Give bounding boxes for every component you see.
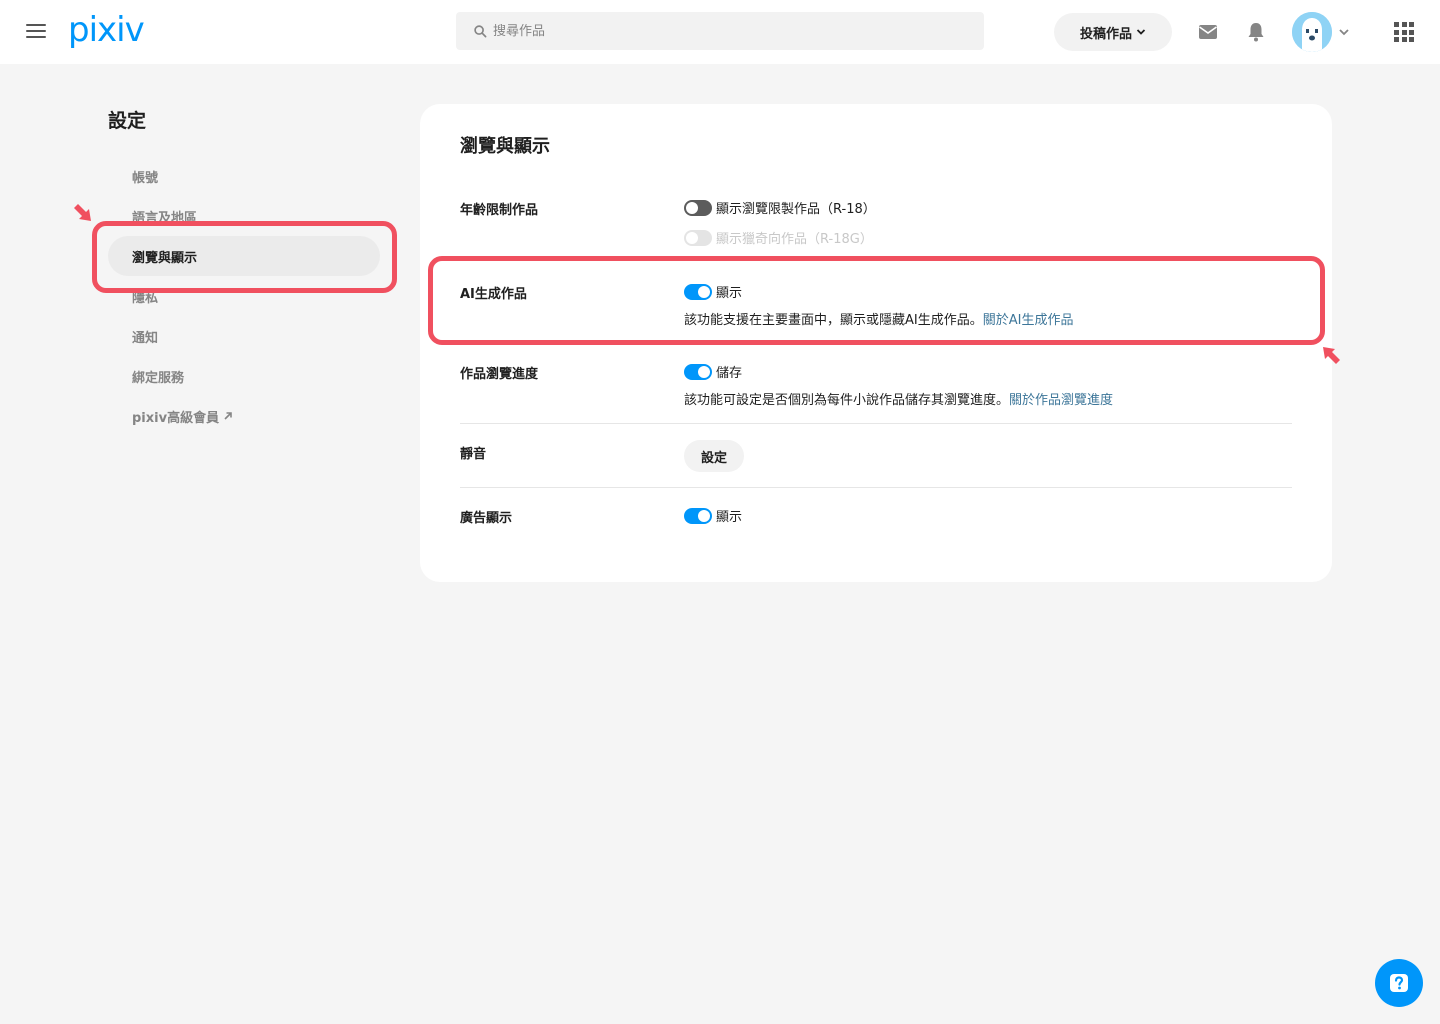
arrow-down-right-icon xyxy=(74,204,91,221)
r18g-toggle-label: 顯示獵奇向作品（R-18G） xyxy=(716,232,873,247)
chevron-down-icon xyxy=(1136,29,1146,35)
search-icon xyxy=(474,24,487,37)
progress-info-link[interactable]: 關於作品瀏覽進度 xyxy=(1009,393,1113,408)
avatar[interactable] xyxy=(1292,12,1332,52)
sidebar-item-label: 綁定服務 xyxy=(132,370,185,386)
ads-option: 顯示 xyxy=(684,506,742,525)
mail-icon[interactable] xyxy=(1196,20,1220,44)
ai-description-text: 該功能支援在主要畫面中，顯示或隱藏AI生成作品。 xyxy=(684,313,983,328)
divider xyxy=(460,487,1292,488)
question-icon xyxy=(1390,974,1408,992)
ads-toggle-label: 顯示 xyxy=(716,510,743,525)
sidebar-item-account[interactable]: 帳號 xyxy=(108,156,380,196)
mute-label: 靜音 xyxy=(460,447,487,462)
ai-description: 該功能支援在主要畫面中，顯示或隱藏AI生成作品。關於AI生成作品 xyxy=(684,309,1073,328)
menu-icon[interactable] xyxy=(26,24,46,40)
sidebar-item-label: 通知 xyxy=(132,330,159,346)
bell-icon[interactable] xyxy=(1244,20,1268,44)
r18g-toggle xyxy=(684,229,712,246)
r18g-option: 顯示獵奇向作品（R-18G） xyxy=(684,228,873,247)
sidebar-item-language[interactable]: 語言及地區 xyxy=(108,196,380,236)
age-restricted-label: 年齡限制作品 xyxy=(460,203,539,218)
ai-option: 顯示 xyxy=(684,282,742,301)
mute-settings-button[interactable]: 設定 xyxy=(684,440,744,472)
sidebar-item-premium[interactable]: pixiv高級會員 xyxy=(108,396,380,436)
post-work-label: 投稿作品 xyxy=(1079,26,1132,42)
ai-toggle[interactable] xyxy=(684,283,712,300)
r18-toggle-label: 顯示瀏覽限製作品（R-18） xyxy=(716,202,876,217)
r18-toggle[interactable] xyxy=(684,199,712,216)
progress-toggle[interactable] xyxy=(684,363,712,380)
help-button[interactable] xyxy=(1375,959,1423,1007)
sidebar-item-label: 語言及地區 xyxy=(132,210,198,226)
sidebar-title: 設定 xyxy=(108,110,147,132)
apps-grid-icon[interactable] xyxy=(1394,22,1414,42)
progress-description: 該功能可設定是否個別為每件小說作品儲存其瀏覽進度。關於作品瀏覽進度 xyxy=(684,389,1113,408)
sidebar-item-label: 隱私 xyxy=(132,290,159,306)
ai-toggle-label: 顯示 xyxy=(716,286,743,301)
ads-toggle[interactable] xyxy=(684,507,712,524)
ai-works-label: AI生成作品 xyxy=(460,287,527,302)
progress-description-text: 該功能可設定是否個別為每件小說作品儲存其瀏覽進度。 xyxy=(684,393,1010,408)
top-header: pixiv 投稿作品 xyxy=(0,0,1440,64)
reading-progress-label: 作品瀏覽進度 xyxy=(460,367,539,382)
pixiv-logo[interactable]: pixiv xyxy=(68,10,145,50)
ai-info-link[interactable]: 關於AI生成作品 xyxy=(983,313,1074,328)
avatar-face-icon xyxy=(1292,12,1332,52)
progress-option: 儲存 xyxy=(684,362,742,381)
ads-label: 廣告顯示 xyxy=(460,511,513,526)
search-input[interactable] xyxy=(493,23,973,39)
sidebar-item-label: 帳號 xyxy=(132,170,159,186)
sidebar-item-privacy[interactable]: 隱私 xyxy=(108,276,380,316)
progress-toggle-label: 儲存 xyxy=(716,366,743,381)
external-link-icon xyxy=(224,412,232,420)
divider xyxy=(460,423,1292,424)
settings-card: 瀏覽與顯示 年齡限制作品 顯示瀏覽限製作品（R-18） 顯示獵奇向作品（R-18… xyxy=(420,104,1332,582)
sidebar-item-browsing[interactable]: 瀏覽與顯示 xyxy=(108,236,380,276)
r18-option: 顯示瀏覽限製作品（R-18） xyxy=(684,198,876,217)
sidebar-item-notifications[interactable]: 通知 xyxy=(108,316,380,356)
chevron-down-icon[interactable] xyxy=(1338,27,1350,37)
sidebar-item-label: pixiv高級會員 xyxy=(132,410,220,426)
page-title: 瀏覽與顯示 xyxy=(460,136,550,157)
sidebar-item-label: 瀏覽與顯示 xyxy=(132,250,198,266)
sidebar-item-linked-services[interactable]: 綁定服務 xyxy=(108,356,380,396)
post-work-button[interactable]: 投稿作品 xyxy=(1054,13,1172,51)
search-bar[interactable] xyxy=(456,12,984,50)
